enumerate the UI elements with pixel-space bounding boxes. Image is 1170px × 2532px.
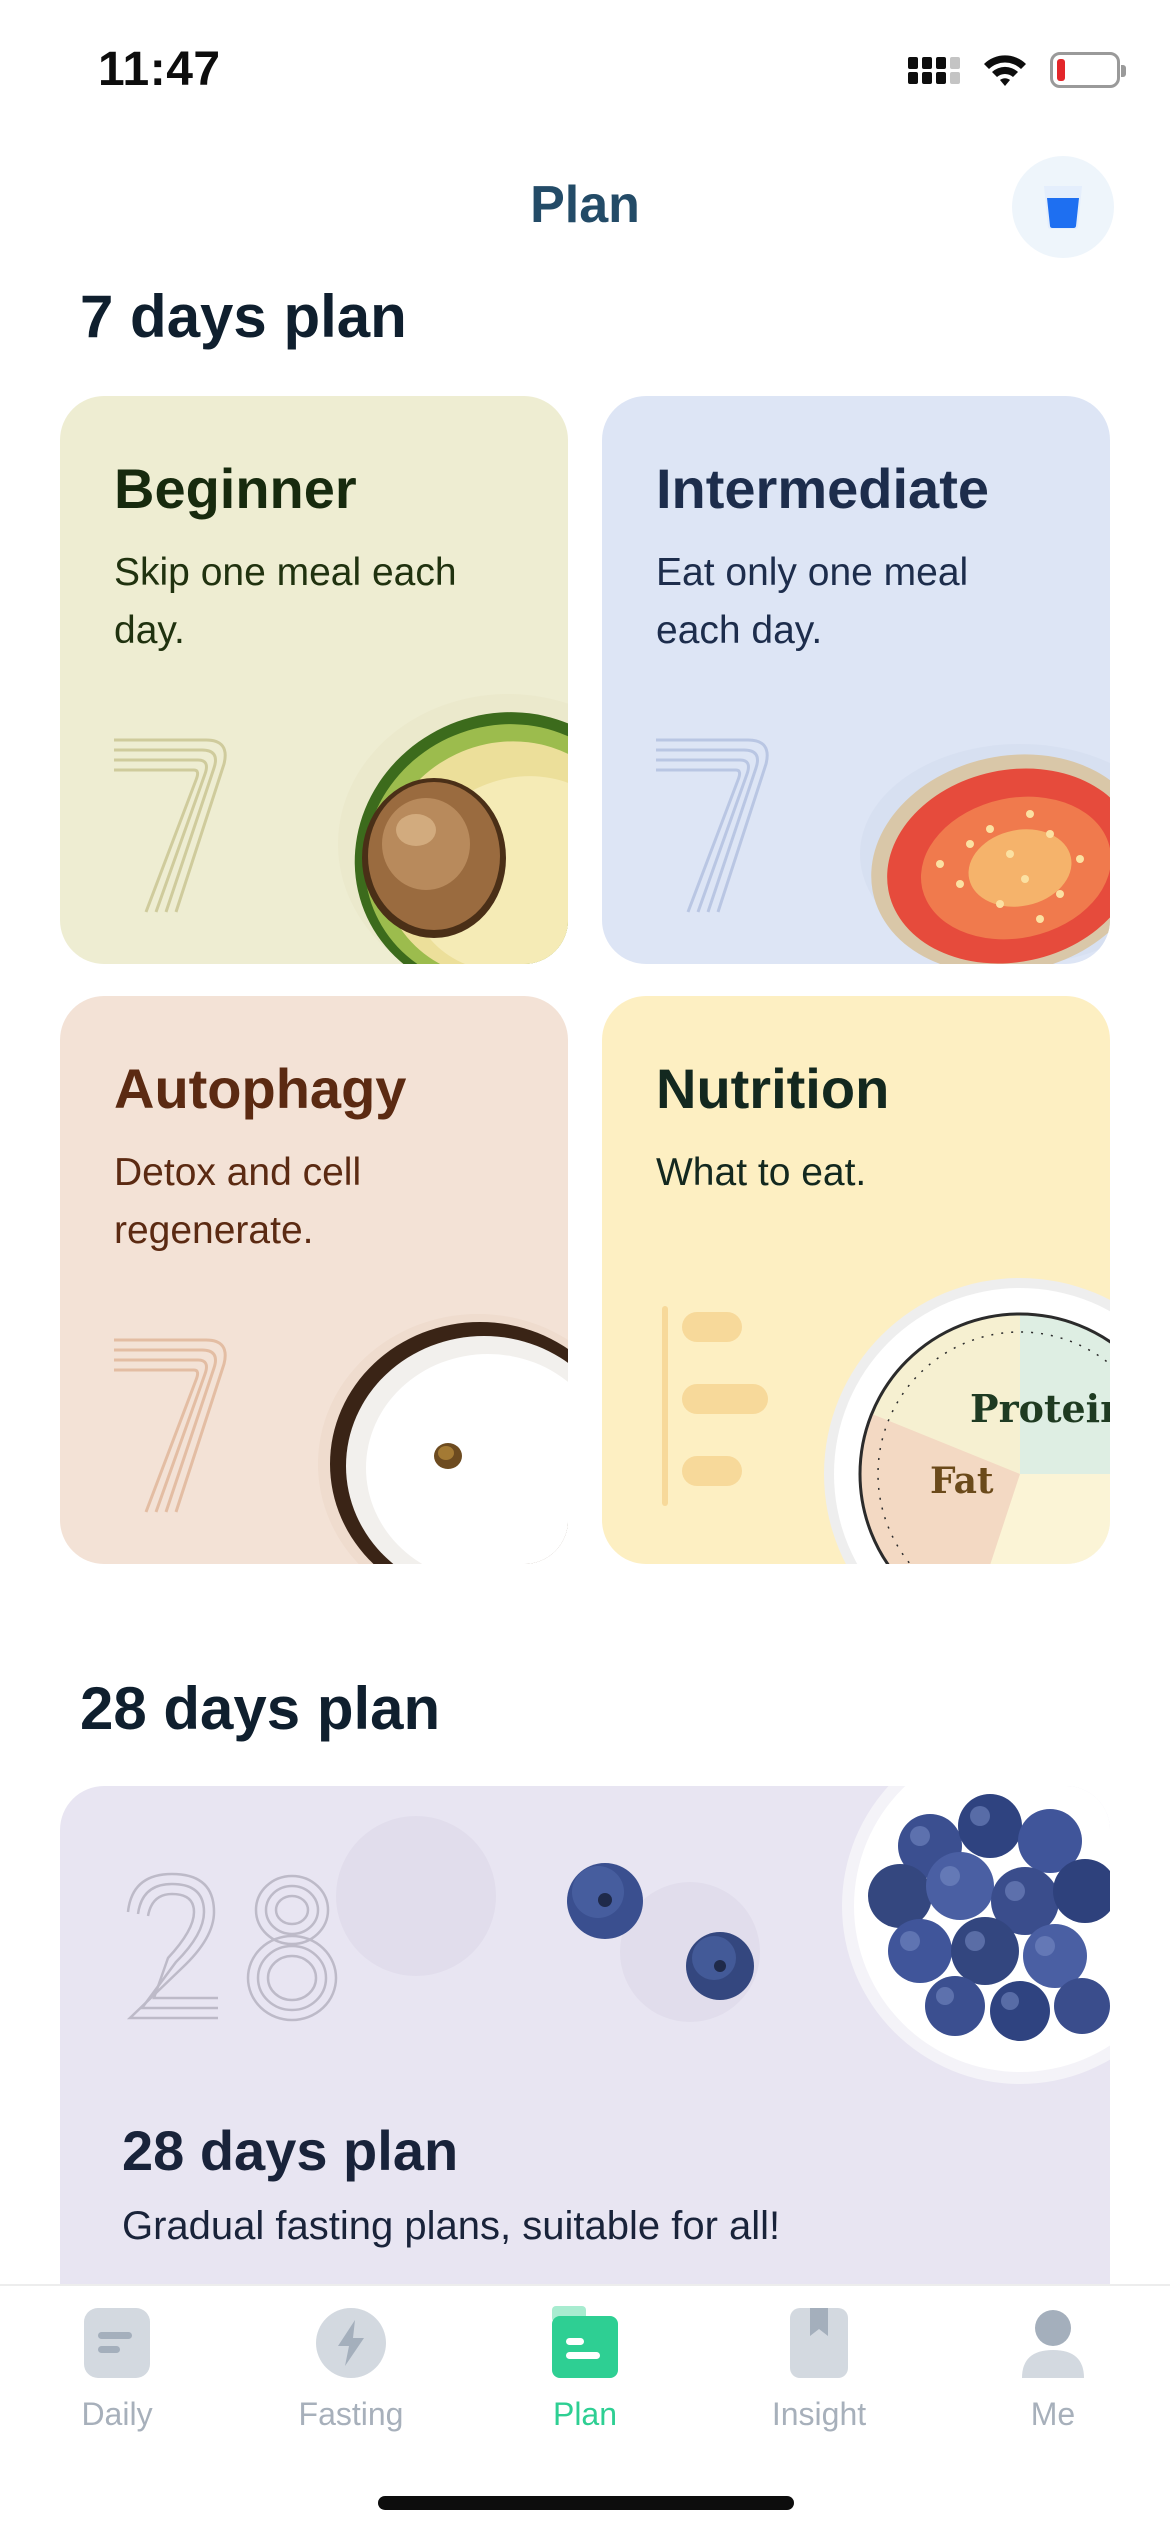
plate-protein-label: Protein: [970, 1386, 1110, 1431]
plan-icon: [548, 2306, 622, 2380]
twenty-eight-numeral-icon: [126, 1872, 338, 2022]
card-title: Nutrition: [656, 1057, 890, 1120]
plan-card-nutrition[interactable]: Nutrition What to eat. Protein Fat: [602, 996, 1110, 1564]
nutrition-plate-image: Protein Fat: [820, 1274, 1110, 1564]
cellular-signal-icon: [908, 56, 960, 84]
tab-fasting[interactable]: Fasting: [251, 2306, 451, 2433]
plan-card-autophagy[interactable]: Autophagy Detox and cell regenerate.: [60, 996, 568, 1564]
tab-insight[interactable]: Insight: [719, 2306, 919, 2433]
tab-label: Daily: [81, 2396, 153, 2432]
tab-label: Plan: [552, 2396, 618, 2432]
tab-label: Fasting: [298, 2396, 404, 2432]
water-button[interactable]: [1012, 156, 1114, 258]
tab-me[interactable]: Me: [953, 2306, 1153, 2433]
bookmark-icon: [782, 2306, 856, 2380]
seven-numeral-icon: [114, 1338, 227, 1513]
avocado-image: [338, 694, 568, 964]
wifi-icon: [984, 55, 1026, 86]
plan-screen: 11:47 Plan 7 days plan Beginner Skip one…: [0, 0, 1170, 2532]
daily-icon: [80, 2306, 154, 2380]
card-title: Intermediate: [656, 457, 989, 520]
decorative-blob: [336, 1816, 496, 1976]
plan-card-beginner[interactable]: Beginner Skip one meal each day.: [60, 396, 568, 964]
status-icons: [908, 52, 1126, 88]
seven-numeral-icon: [114, 738, 227, 913]
tab-daily[interactable]: Daily: [17, 2306, 217, 2433]
card-title: Autophagy: [114, 1057, 407, 1120]
card-description: Skip one meal each day.: [114, 551, 457, 652]
water-glass-icon: [1044, 186, 1082, 229]
home-indicator[interactable]: [378, 2496, 794, 2510]
tab-label: Me: [1030, 2396, 1076, 2432]
nutrition-bars-icon: [662, 1306, 768, 1506]
plan-card-intermediate[interactable]: Intermediate Eat only one meal each day.: [602, 396, 1110, 964]
battery-icon: [1050, 52, 1126, 88]
blueberry-image: [567, 1863, 643, 1939]
blueberry-bowl-image: [842, 1786, 1110, 2084]
blueberry-image: [686, 1932, 754, 2000]
card-description: Gradual fasting plans, suitable for all!: [122, 2204, 781, 2248]
card-title: 28 days plan: [122, 2119, 459, 2182]
card-title: Beginner: [114, 457, 357, 520]
card-description: Eat only one meal each day.: [656, 551, 969, 652]
fig-image: [860, 744, 1110, 964]
status-time: 11:47: [98, 43, 221, 96]
card-description: What to eat.: [656, 1151, 867, 1194]
profile-icon: [1016, 2306, 1090, 2380]
section-title-7-days: 7 days plan: [80, 283, 407, 350]
seven-numeral-icon: [656, 738, 769, 913]
card-description: Detox and cell regenerate.: [114, 1151, 362, 1252]
section-title-28-days: 28 days plan: [80, 1675, 441, 1742]
tab-label: Insight: [771, 2396, 867, 2432]
page-title: Plan: [530, 176, 640, 234]
plate-fat-label: Fat: [930, 1460, 994, 1502]
plan-card-28-days[interactable]: 28 days plan Gradual fasting plans, suit…: [60, 1786, 1110, 2346]
lightning-icon: [314, 2306, 388, 2380]
tab-plan[interactable]: Plan: [485, 2306, 685, 2433]
tab-bar: Daily Fasting Plan Insight Me: [0, 2284, 1170, 2532]
coconut-image: [318, 1314, 568, 1564]
